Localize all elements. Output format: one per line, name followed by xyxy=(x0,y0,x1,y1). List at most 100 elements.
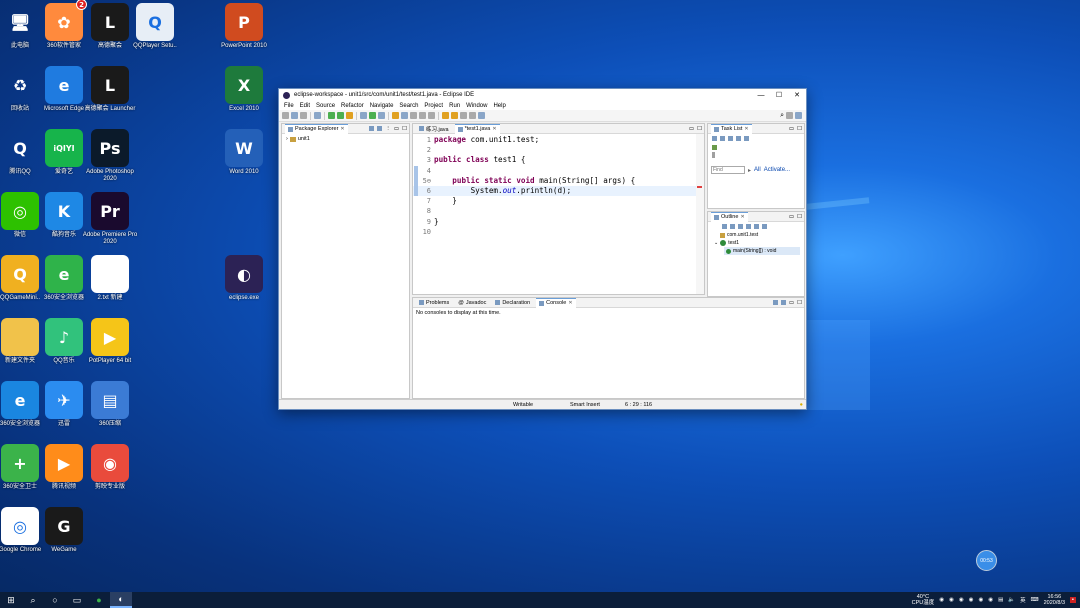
save-icon[interactable] xyxy=(291,112,298,119)
display-console-icon[interactable] xyxy=(780,300,786,305)
cortana-icon[interactable]: ○ xyxy=(44,592,66,608)
code-area[interactable]: 1 2 3 4 5⊖ 6 7 8 9 10 package com.unit1.test; publ… xyxy=(413,124,696,294)
input-method-icon[interactable]: ⌨ xyxy=(1031,597,1039,603)
maximize-view-icon[interactable]: ☐ xyxy=(697,126,702,132)
collapse-all-icon[interactable] xyxy=(369,126,375,131)
expand-arrow-icon[interactable]: › xyxy=(286,136,288,142)
desktop-icon[interactable]: ◉ 剪映专业版 xyxy=(88,444,132,491)
tab-outline[interactable]: Outline ✕ xyxy=(711,211,748,222)
lightbulb-icon[interactable]: ● xyxy=(800,402,803,408)
desktop-icon[interactable]: L 高德聚会 xyxy=(88,3,132,50)
tree-item-project[interactable]: › unit1 xyxy=(282,134,409,144)
menu-help[interactable]: Help xyxy=(490,103,508,109)
menu-source[interactable]: Source xyxy=(313,103,338,109)
hide-static-icon[interactable] xyxy=(738,224,743,229)
desktop-icon[interactable]: K 酷狗音乐 xyxy=(42,192,86,239)
search-icon[interactable] xyxy=(401,112,408,119)
close-icon[interactable]: ✕ xyxy=(340,126,344,132)
tab-declaration[interactable]: Declaration xyxy=(492,298,533,308)
close-button[interactable]: ✕ xyxy=(788,89,806,101)
find-arrow-icon[interactable]: ▸ xyxy=(748,167,751,174)
error-overview-marker[interactable] xyxy=(697,186,702,188)
categorize-icon[interactable] xyxy=(720,136,725,141)
new-icon[interactable] xyxy=(282,112,289,119)
menu-run[interactable]: Run xyxy=(446,103,463,109)
desktop-icon[interactable]: G WeGame xyxy=(42,507,86,554)
open-console-icon[interactable] xyxy=(772,300,778,305)
block-selection-icon[interactable] xyxy=(428,112,435,119)
menu-navigate[interactable]: Navigate xyxy=(367,103,397,109)
outline-package-item[interactable]: com.unit1.test xyxy=(708,231,804,239)
toggle-whitespace-icon[interactable] xyxy=(419,112,426,119)
forward-icon[interactable] xyxy=(469,112,476,119)
external-tools-icon[interactable] xyxy=(346,112,353,119)
open-type-icon[interactable] xyxy=(392,112,399,119)
desktop-icon[interactable]: Pr Adobe Premiere Pro 2020 xyxy=(83,192,137,246)
tray-app-icon[interactable]: ◉ xyxy=(988,597,993,603)
maximize-view-icon[interactable]: ☐ xyxy=(402,126,407,132)
desktop-icon[interactable]: iQIYI 爱奇艺 xyxy=(42,129,86,176)
desktop-icon[interactable]: ♪ QQ音乐 xyxy=(42,318,86,365)
notification-icon[interactable]: ▪ xyxy=(1070,597,1076,603)
close-icon[interactable]: ✕ xyxy=(744,126,748,132)
menu-project[interactable]: Project xyxy=(421,103,446,109)
desktop-icon[interactable]: 2.txt 新建 xyxy=(88,255,132,302)
desktop-icon[interactable]: Q QQPlayer Setu.. xyxy=(133,3,177,50)
input-language[interactable]: 英 xyxy=(1020,596,1026,604)
tab-problems[interactable]: Problems xyxy=(416,298,452,308)
new-java-project-icon[interactable] xyxy=(360,112,367,119)
link-editor-icon[interactable] xyxy=(762,224,767,229)
filter-icon[interactable] xyxy=(728,136,733,141)
task-activate-link[interactable]: Activate... xyxy=(764,167,790,173)
maximize-view-icon[interactable]: ☐ xyxy=(797,126,802,132)
desktop-icon[interactable]: ▶ PotPlayer 64 bit xyxy=(88,318,132,365)
hide-nonpublic-icon[interactable] xyxy=(746,224,751,229)
run-icon[interactable] xyxy=(328,112,335,119)
maximize-view-icon[interactable]: ☐ xyxy=(797,300,802,306)
next-annotation-icon[interactable] xyxy=(442,112,449,119)
new-task-icon[interactable] xyxy=(712,136,717,141)
minimize-view-icon[interactable]: ▭ xyxy=(789,214,794,220)
minimize-view-icon[interactable]: ▭ xyxy=(789,300,794,306)
desktop-icon[interactable]: e 360安全浏览器 xyxy=(42,255,86,302)
menu-file[interactable]: File xyxy=(281,103,297,109)
hide-local-types-icon[interactable] xyxy=(754,224,759,229)
desktop-icon[interactable]: Ps Adobe Photoshop 2020 xyxy=(86,129,134,183)
desktop-icon[interactable]: P PowerPoint 2010 xyxy=(221,3,267,50)
new-package-icon[interactable] xyxy=(369,112,376,119)
taskbar-eclipse-icon[interactable]: ◐ xyxy=(110,592,132,608)
new-class-icon[interactable] xyxy=(378,112,385,119)
tab-console[interactable]: Console ✕ xyxy=(536,297,576,308)
minimize-view-icon[interactable]: ▭ xyxy=(789,126,794,132)
tab-package-explorer[interactable]: Package Explorer ✕ xyxy=(285,123,348,134)
coverage-icon[interactable] xyxy=(337,112,344,119)
task-view-icon[interactable]: ▭ xyxy=(66,592,88,608)
prev-annotation-icon[interactable] xyxy=(451,112,458,119)
clock[interactable]: 16:56 2020/8/3 xyxy=(1044,594,1065,606)
open-perspective-icon[interactable] xyxy=(786,112,793,119)
task-find-input[interactable] xyxy=(711,166,745,174)
desktop-icon[interactable]: ✿ 2 360软件管家 xyxy=(42,0,87,50)
close-icon[interactable]: ✕ xyxy=(568,300,572,306)
tray-app-icon[interactable]: ◉ xyxy=(959,597,964,603)
save-all-icon[interactable] xyxy=(300,112,307,119)
sort-icon[interactable] xyxy=(722,224,727,229)
desktop-icon[interactable]: ▶ 腾讯视频 xyxy=(42,444,86,491)
desktop-icon[interactable]: W Word 2010 xyxy=(222,129,266,176)
menu-refactor[interactable]: Refactor xyxy=(338,103,367,109)
search-icon[interactable]: ⌕ xyxy=(22,592,44,608)
menu-search[interactable]: Search xyxy=(396,103,421,109)
minimize-view-icon[interactable]: ▭ xyxy=(394,126,399,132)
desktop-icon[interactable]: ◐ eclipse.exe xyxy=(222,255,266,302)
close-icon[interactable]: ✕ xyxy=(740,214,744,220)
back-icon[interactable] xyxy=(460,112,467,119)
tray-app-icon[interactable]: ◉ xyxy=(939,597,944,603)
collapse-all-icon[interactable] xyxy=(736,136,741,141)
network-icon[interactable]: ▤ xyxy=(998,597,1003,603)
toggle-mark-icon[interactable] xyxy=(410,112,417,119)
tray-app-icon[interactable]: ◉ xyxy=(978,597,983,603)
tab-javadoc[interactable]: @ Javadoc xyxy=(455,298,489,308)
hide-fields-icon[interactable] xyxy=(730,224,735,229)
windows-start-icon[interactable]: ⊞ xyxy=(0,592,22,608)
link-editor-icon[interactable] xyxy=(377,126,383,131)
